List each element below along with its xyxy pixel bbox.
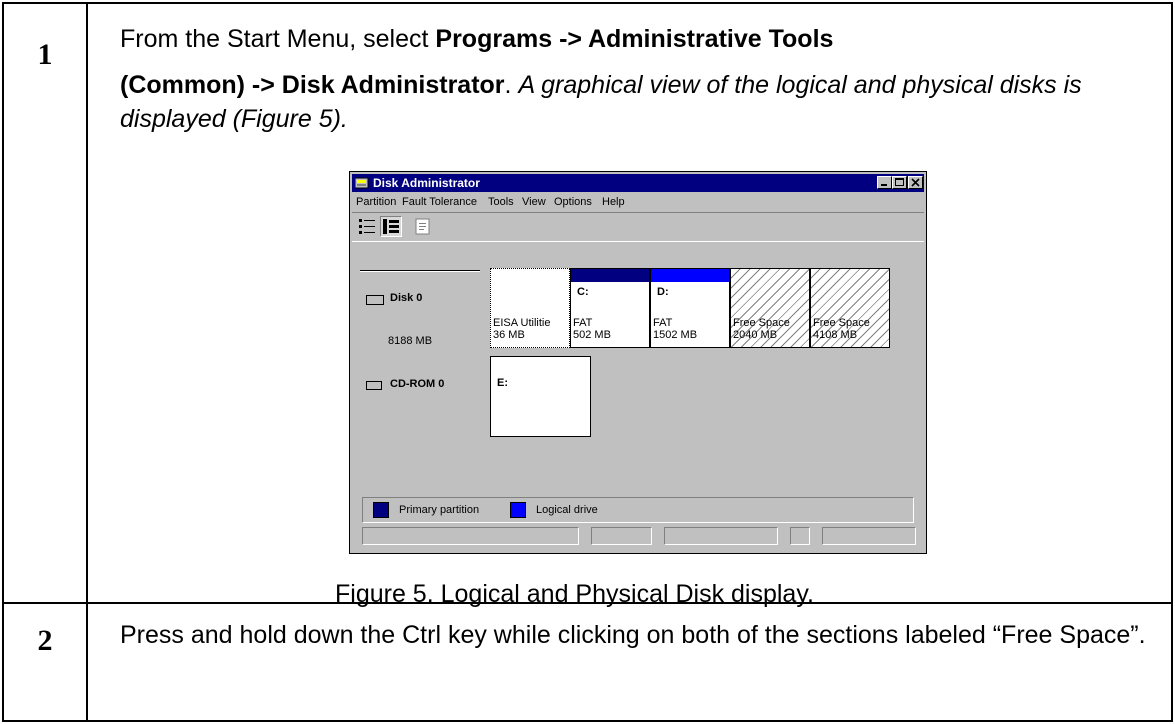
disk-view-icon[interactable] [380, 216, 402, 237]
logical-drive-swatch [510, 502, 526, 518]
menu-help[interactable]: Help [602, 196, 625, 208]
partition-fs: FAT [653, 317, 673, 329]
status-pane [790, 527, 810, 545]
partition-size: 502 MB [573, 329, 611, 341]
disk-name: Disk 0 [390, 292, 423, 304]
status-pane [362, 527, 579, 545]
menu-path-line2: (Common) -> Disk Administrator [120, 71, 505, 99]
menu-tools[interactable]: Tools [488, 196, 514, 208]
status-pane [822, 527, 916, 545]
status-pane [664, 527, 778, 545]
title-bar: Disk Administrator [352, 174, 924, 192]
partition-d[interactable]: D: FAT 1502 MB [650, 268, 730, 348]
step-instruction: From the Start Menu, select Programs -> … [88, 22, 1171, 136]
partition-size: 4108 MB [813, 329, 858, 341]
logical-drive-bar [651, 269, 729, 282]
drive-letter: D: [657, 286, 669, 298]
drive-letter: C: [577, 286, 589, 298]
menu-fault-tolerance[interactable]: Fault Tolerance [402, 196, 477, 208]
drive-letter: E: [497, 377, 508, 389]
menu-partition[interactable]: Partition [356, 196, 396, 208]
free-space-2[interactable]: Free Space 4108 MB [810, 268, 890, 348]
status-pane [591, 527, 652, 545]
cdrom-icon [366, 381, 382, 390]
step-row: 2 Press and hold down the Ctrl key while… [2, 602, 1173, 722]
partition-fs: Free Space [733, 317, 790, 329]
legend: Primary partition Logical drive [362, 497, 914, 523]
step-content-cell: Press and hold down the Ctrl key while c… [86, 602, 1173, 722]
window-title: Disk Administrator [373, 176, 480, 190]
legend-label: Logical drive [536, 504, 598, 516]
primary-partition-swatch [373, 502, 389, 518]
disk-size: 8188 MB [388, 335, 433, 347]
partition-fs: FAT [573, 317, 593, 329]
close-icon[interactable] [908, 176, 923, 189]
menu-options[interactable]: Options [554, 196, 592, 208]
legend-label: Primary partition [399, 504, 480, 516]
maximize-icon[interactable] [892, 176, 907, 189]
divider [360, 270, 480, 272]
primary-partition-bar [571, 269, 649, 282]
partition-size: 1502 MB [653, 329, 698, 341]
figure-caption: Figure 5. Logical and Physical Disk disp… [335, 580, 814, 608]
menu-path-line1: Programs -> Administrative Tools [435, 25, 834, 53]
partition-eisa[interactable]: EISA Utilitie 36 MB [490, 268, 570, 348]
step-instruction: Press and hold down the Ctrl key while c… [120, 621, 1146, 649]
partition-fs: EISA Utilitie [493, 317, 551, 329]
step-number: 2 [37, 624, 53, 657]
disk-display-pane: Disk 0 8188 MB EISA Utilitie 36 MB C: FA… [360, 268, 920, 488]
disk-administrator-app-icon [355, 177, 369, 189]
separator: . [504, 71, 519, 99]
hard-disk-icon [366, 295, 384, 305]
step-text: From the Start Menu, select [120, 25, 436, 53]
partition-c[interactable]: C: FAT 502 MB [570, 268, 650, 348]
step-number: 1 [37, 38, 53, 71]
disk-administrator-window: Disk Administrator Partition Fault Toler… [349, 171, 927, 554]
step-number-cell: 1 [2, 2, 88, 604]
free-space-1[interactable]: Free Space 2040 MB [730, 268, 810, 348]
partition-size: 36 MB [493, 329, 525, 341]
status-bar [362, 527, 916, 545]
menu-view[interactable]: View [522, 196, 546, 208]
step-number-cell: 2 [2, 602, 88, 722]
partition-size: 2040 MB [733, 329, 778, 341]
volumes-view-icon[interactable] [356, 216, 378, 237]
properties-icon[interactable] [412, 216, 434, 237]
disk-name: CD-ROM 0 [390, 378, 445, 390]
partition-fs: Free Space [813, 317, 870, 329]
partition-e[interactable]: E: [490, 356, 591, 437]
toolbar [352, 212, 924, 242]
menu-bar: Partition Fault Tolerance Tools View Opt… [352, 193, 924, 211]
minimize-icon[interactable] [877, 176, 892, 189]
